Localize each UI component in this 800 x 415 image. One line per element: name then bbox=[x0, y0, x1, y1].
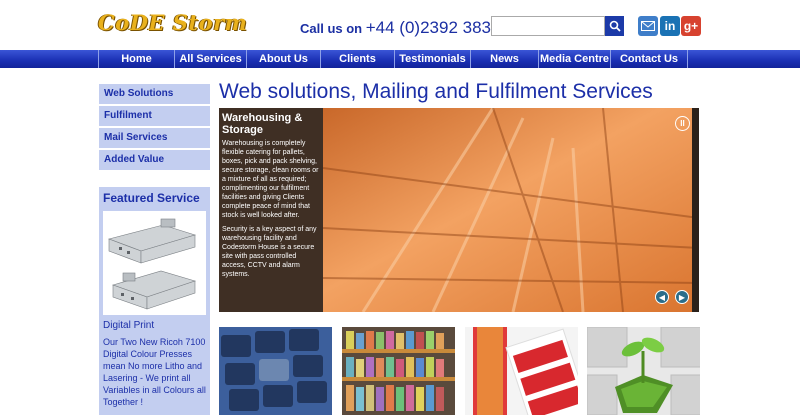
printer-image[interactable] bbox=[103, 211, 206, 315]
search-button[interactable] bbox=[605, 16, 624, 36]
mail-icon[interactable] bbox=[638, 16, 658, 36]
featured-description: Our Two New Ricoh 7100 Digital Colour Pr… bbox=[103, 337, 206, 407]
main-nav: Home All Services About Us Clients Testi… bbox=[0, 50, 800, 68]
nav-item-media-centre[interactable]: Media Centre bbox=[538, 50, 610, 68]
featured-caption[interactable]: Digital Print bbox=[103, 320, 154, 331]
phone-label: Call us on bbox=[300, 21, 363, 36]
search-icon bbox=[609, 20, 621, 32]
sidebar-item-mail-services[interactable]: Mail Services bbox=[99, 128, 210, 148]
nav-item-contact-us[interactable]: Contact Us bbox=[610, 50, 688, 68]
hero-heading: Warehousing & Storage bbox=[222, 112, 303, 136]
sidebar-item-fulfilment[interactable]: Fulfilment bbox=[99, 106, 210, 126]
header: CoDE Storm Call us on +44 (0)2392 383999… bbox=[0, 0, 800, 50]
warehouse-image bbox=[323, 108, 699, 312]
nav-item-clients[interactable]: Clients bbox=[320, 50, 394, 68]
site-logo[interactable]: CoDE Storm bbox=[98, 10, 247, 35]
sidebar-item-added-value[interactable]: Added Value bbox=[99, 150, 210, 170]
featured-service-title: Featured Service bbox=[103, 191, 200, 205]
hero-paragraph-2: Security is a key aspect of any warehous… bbox=[222, 226, 317, 278]
sidebar-item-web-solutions[interactable]: Web Solutions bbox=[99, 84, 210, 104]
pause-icon[interactable]: II bbox=[675, 116, 690, 131]
next-slide-icon[interactable]: ▶ bbox=[675, 290, 689, 304]
nav-item-home[interactable]: Home bbox=[98, 50, 174, 68]
thumb-labels[interactable] bbox=[465, 327, 578, 415]
hero-slideshow[interactable]: Warehousing & Storage Warehousing is com… bbox=[219, 108, 699, 312]
hero-caption: Warehousing & Storage Warehousing is com… bbox=[219, 108, 323, 312]
phone-contact: Call us on +44 (0)2392 383999 bbox=[300, 18, 519, 38]
nav-item-testimonials[interactable]: Testimonials bbox=[394, 50, 470, 68]
linkedin-icon[interactable]: in bbox=[660, 16, 680, 36]
google-plus-icon[interactable]: g+ bbox=[681, 16, 701, 36]
thumb-keyboard[interactable] bbox=[219, 327, 332, 415]
next-slide-preview bbox=[692, 108, 699, 312]
prev-slide-icon[interactable]: ◀ bbox=[655, 290, 669, 304]
nav-item-about-us[interactable]: About Us bbox=[246, 50, 320, 68]
hero-paragraph-1: Warehousing is completely flexible cater… bbox=[222, 140, 319, 219]
featured-service-panel: Featured Service Digital Print Our Two N… bbox=[99, 187, 210, 415]
nav-item-all-services[interactable]: All Services bbox=[174, 50, 246, 68]
search-input[interactable] bbox=[491, 16, 605, 36]
nav-item-news[interactable]: News bbox=[470, 50, 538, 68]
page-title: Web solutions, Mailing and Fulfilment Se… bbox=[219, 80, 653, 103]
thumb-green-puzzle[interactable] bbox=[587, 327, 700, 415]
thumb-shelves[interactable] bbox=[342, 327, 455, 415]
